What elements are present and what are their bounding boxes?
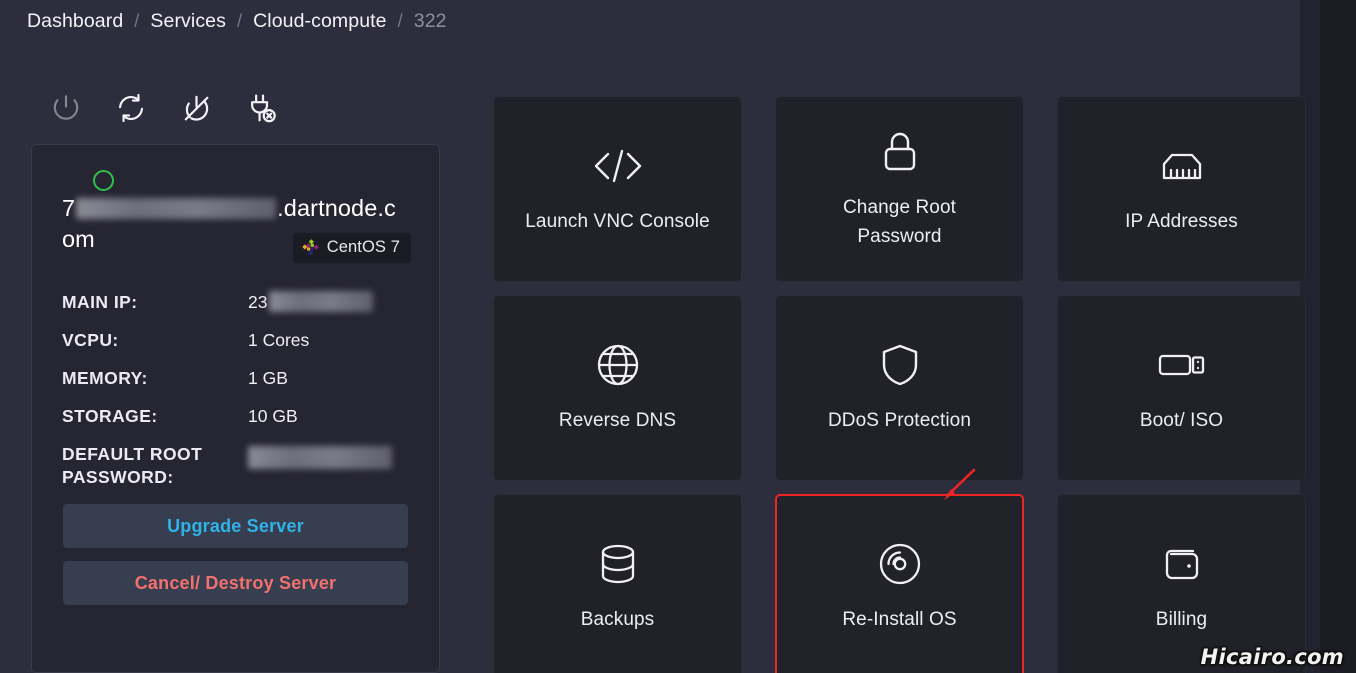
usb-drive-icon [1156,340,1208,390]
upgrade-server-button[interactable]: Upgrade Server [63,504,408,549]
code-brackets-icon [591,141,645,191]
breadcrumb-item-server-id: 322 [413,10,447,32]
main-ip-redacted [269,290,374,312]
breadcrumb-item-services[interactable]: Services [150,10,226,33]
server-management-page: Dashboard / Services / Cloud-compute / 3… [0,0,1356,673]
breadcrumb-item-dashboard[interactable]: Dashboard [27,10,123,33]
breadcrumb-separator: / [236,11,243,31]
card-re-install-os[interactable]: Re-Install OS [775,494,1024,673]
card-ip-addresses[interactable]: IP Addresses [1057,96,1306,282]
centos-logo-icon [302,239,319,256]
watermark: Hicairo.com [1200,645,1344,669]
page-right-gutter [1320,0,1356,673]
spec-key: STORAGE: [62,405,158,426]
spec-row-memory: MEMORY: 1 GB [62,367,409,390]
server-action-toolbar [48,90,279,126]
card-label: Re-Install OS [842,609,957,631]
lock-icon [879,127,921,177]
card-backups[interactable]: Backups [493,494,742,673]
shield-icon [879,340,921,390]
card-reverse-dns[interactable]: Reverse DNS [493,295,742,481]
root-password-redacted [248,445,392,469]
breadcrumb: Dashboard / Services / Cloud-compute / 3… [27,10,447,33]
card-change-root-password[interactable]: Change Root Password [775,96,1024,282]
spec-key: MAIN IP: [62,291,138,312]
card-launch-vnc-console[interactable]: Launch VNC Console [493,96,742,282]
card-label: Billing [1155,609,1208,631]
server-actions-grid: Launch VNC Console Change Root Password [493,96,1306,673]
os-badge: CentOS 7 [292,233,411,263]
card-label: Boot/ ISO [1139,410,1224,432]
ethernet-port-icon [1158,141,1206,191]
power-button[interactable] [48,90,84,126]
card-label: Reverse DNS [558,410,677,432]
card-label: IP Addresses [1125,211,1238,233]
disconnect-button[interactable] [243,90,279,126]
server-specs-list: MAIN IP: 23 VCPU: 1 Cores MEMORY: 1 GB S… [62,290,409,490]
server-hostname: 7 .dartnode.com CentOS 7 [62,193,411,263]
breadcrumb-separator: / [397,11,403,31]
os-badge-label: CentOS 7 [326,238,400,256]
database-icon [597,539,639,589]
hostname-prefix: 7 [62,195,76,221]
card-ddos-protection[interactable]: DDoS Protection [775,295,1024,481]
card-boot-iso[interactable]: Boot/ ISO [1057,295,1306,481]
spec-key: MEMORY: [62,367,148,388]
force-shutdown-button[interactable] [178,90,214,126]
spec-key: VCPU: [62,329,119,350]
spec-row-vcpu: VCPU: 1 Cores [62,329,409,352]
breadcrumb-item-cloud-compute[interactable]: Cloud-compute [253,10,387,33]
spec-value: 1 Cores [248,329,310,350]
disc-icon [877,539,923,589]
hostname-redacted [76,198,277,219]
spec-value: 23 [248,290,409,314]
restart-button[interactable] [113,90,149,126]
globe-icon [595,340,641,390]
card-label: DDoS Protection [827,410,971,432]
breadcrumb-separator: / [134,11,140,31]
spec-row-storage: STORAGE: 10 GB [62,405,409,428]
spec-value: 1 GB [248,367,288,388]
spec-row-main-ip: MAIN IP: 23 [62,290,409,314]
card-label: Launch VNC Console [525,211,710,233]
spec-row-default-root-password: DEFAULT ROOT PASSWORD: [62,443,409,489]
spec-value [248,443,409,469]
wallet-icon [1159,539,1205,589]
card-label: Backups [580,609,655,631]
card-label: Change Root Password [842,197,957,247]
spec-value-text: 23 [248,291,268,312]
server-info-panel: 7 .dartnode.com CentOS 7 MAIN IP: 23 VCP… [31,144,440,673]
cancel-destroy-server-button[interactable]: Cancel/ Destroy Server [63,561,408,606]
server-status-indicator [93,170,114,191]
spec-key: DEFAULT ROOT PASSWORD: [62,443,203,487]
spec-value: 10 GB [248,405,298,426]
